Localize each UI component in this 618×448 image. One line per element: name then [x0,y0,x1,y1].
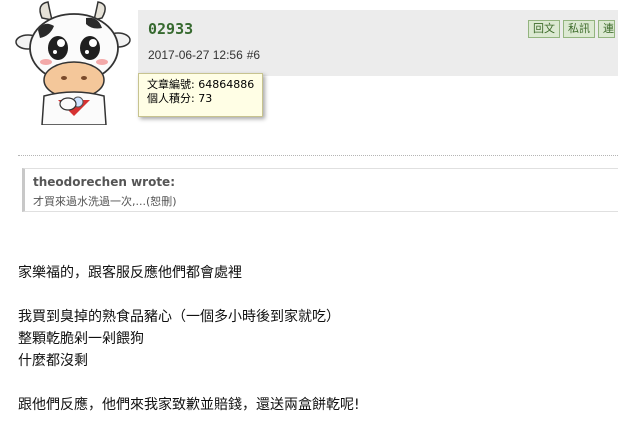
post-meta: 2017-06-27 12:56 #6 [148,48,260,62]
user-points: 個人積分: 73 [147,92,213,105]
eye-left [48,36,68,60]
post-actions: 回文 私訊 連 [528,20,615,38]
user-info-tooltip: 文章編號: 64864886 個人積分: 73 [138,73,263,117]
eye-right [80,36,100,60]
user-avatar[interactable] [14,0,134,125]
reply-button[interactable]: 回文 [528,20,560,38]
post-date: 2017-06-27 12:56 [148,48,243,62]
link-button[interactable]: 連 [598,20,615,38]
post-body-line: 整顆乾脆剁一剁餵狗 [18,331,144,347]
post-body-line: 跟他們反應，他們來我家致歉並賠錢，還送兩盒餅乾呢! [18,397,360,413]
quote-author: theodorechen wrote: [33,175,175,189]
quote-block: theodorechen wrote: 才買來過水洗過一次,...(恕刪) [22,168,618,212]
horn-right [92,1,106,22]
divider [18,155,618,156]
post-body: 家樂福的，跟客服反應他們都會處裡 我買到臭掉的熟食品豬心（一個多小時後到家就吃）… [18,262,613,438]
post-body-line: 家樂福的，跟客服反應他們都會處裡 [18,265,242,281]
quote-text: 才買來過水洗過一次,...(恕刪) [33,195,177,208]
post-username[interactable]: 02933 [148,20,193,38]
post-body-line: 什麼都沒剩 [18,353,88,369]
message-button[interactable]: 私訊 [563,20,595,38]
post-body-line: 我買到臭掉的熟食品豬心（一個多小時後到家就吃） [18,309,340,325]
horn-left [39,1,54,21]
article-id: 文章編號: 64864886 [147,78,255,91]
post-floor[interactable]: #6 [247,48,260,62]
